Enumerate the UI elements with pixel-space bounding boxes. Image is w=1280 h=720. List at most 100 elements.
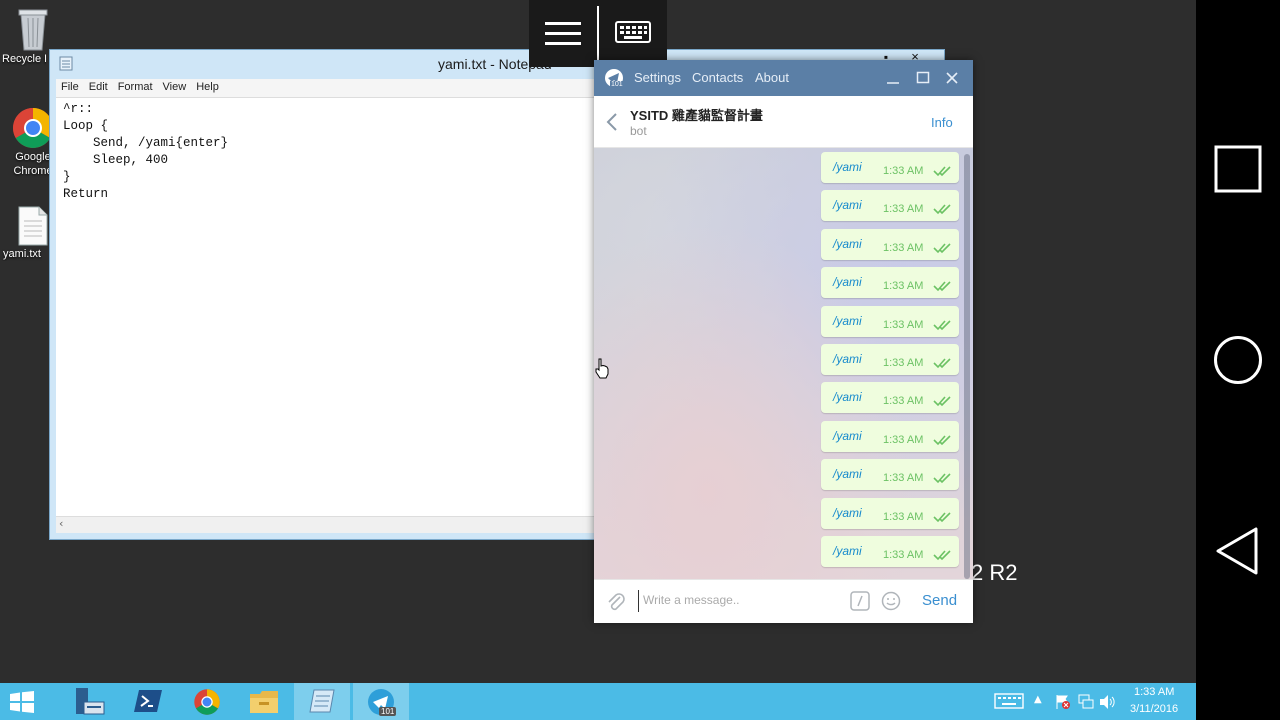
- touch-keyboard-icon[interactable]: [994, 693, 1024, 709]
- double-check-icon: [933, 473, 951, 484]
- recents-square-icon[interactable]: [1214, 145, 1262, 193]
- menu-file[interactable]: File: [56, 79, 84, 93]
- message-time: 1:33 AM: [883, 549, 924, 561]
- message-text: /yami: [833, 236, 862, 251]
- taskbar-file-explorer[interactable]: [236, 683, 292, 720]
- taskbar-powershell[interactable]: [120, 683, 176, 720]
- menu-view[interactable]: View: [158, 79, 192, 93]
- file-explorer-icon: [250, 691, 278, 713]
- message-bubble[interactable]: /yami 1:33 AM: [821, 459, 959, 491]
- maximize-icon[interactable]: [916, 71, 930, 85]
- text-file-icon: [18, 206, 48, 246]
- back-triangle-icon[interactable]: [1214, 526, 1260, 576]
- menu-settings[interactable]: Settings: [634, 70, 681, 85]
- keyboard-icon[interactable]: [615, 21, 651, 43]
- remote-toolbar: [529, 0, 667, 67]
- message-time: 1:33 AM: [883, 241, 924, 254]
- double-check-icon: [933, 204, 951, 215]
- message-input-placeholder: Write a message..: [643, 593, 740, 607]
- minimize-icon[interactable]: [886, 72, 900, 86]
- message-text: /yami: [833, 544, 862, 558]
- message-bubble[interactable]: /yami 1:33 AM: [821, 344, 959, 375]
- bot-command-icon[interactable]: [850, 591, 870, 611]
- message-text: /yami: [833, 428, 862, 443]
- menu-edit[interactable]: Edit: [84, 79, 113, 93]
- server-manager-icon: [76, 688, 105, 715]
- message-time: 1:33 AM: [883, 165, 924, 177]
- double-check-icon: [933, 243, 951, 253]
- taskbar-chrome[interactable]: [178, 683, 234, 720]
- double-check-icon: [933, 550, 951, 561]
- back-arrow-icon[interactable]: [606, 112, 618, 132]
- message-bubble[interactable]: /yami 1:33 AM: [821, 382, 959, 414]
- taskbar-telegram[interactable]: 101: [353, 683, 409, 720]
- chat-messages-area[interactable]: /yami 1:33 AM/yami 1:33 AM/yami 1:33 AM/yam…: [594, 148, 973, 579]
- attach-icon[interactable]: [606, 591, 626, 613]
- message-bubble[interactable]: /yami 1:33 AM: [821, 190, 959, 222]
- message-time: 1:33 AM: [883, 280, 924, 293]
- home-circle-icon[interactable]: [1213, 335, 1263, 385]
- hand-cursor-icon: [595, 358, 609, 379]
- message-text: /yami: [833, 505, 862, 520]
- clock-time[interactable]: 1:33 AM: [1134, 686, 1174, 698]
- double-check-icon: [933, 281, 951, 292]
- menu-help[interactable]: Help: [191, 79, 224, 93]
- message-text: /yami: [833, 352, 862, 366]
- chat-header: YSITD 雞產貓監督計畫 bot Info: [594, 96, 973, 148]
- message-text: /yami: [833, 467, 862, 482]
- message-input[interactable]: Write a message..: [638, 590, 839, 612]
- message-bubble[interactable]: /yami 1:33 AM: [821, 420, 959, 452]
- message-time: 1:33 AM: [883, 318, 924, 331]
- message-bubble[interactable]: /yami 1:33 AM: [821, 536, 959, 567]
- message-bubble[interactable]: /yami 1:33 AM: [821, 228, 959, 260]
- double-check-icon: [933, 396, 951, 407]
- message-bubble[interactable]: /yami 1:33 AM: [821, 305, 959, 337]
- message-time: 1:33 AM: [883, 472, 924, 485]
- taskbar-notepad[interactable]: [294, 683, 350, 720]
- message-bubble[interactable]: /yami 1:33 AM: [821, 152, 959, 183]
- desktop-icon-label: yami.txt: [3, 248, 41, 260]
- message-text: /yami: [833, 160, 862, 174]
- desktop-watermark: 2 R2: [971, 560, 1018, 585]
- menu-contacts[interactable]: Contacts: [692, 70, 743, 85]
- desktop-icon-label: Recycle Bin: [2, 53, 46, 65]
- telegram-title-bar[interactable]: 101 Settings Contacts About: [594, 60, 973, 96]
- message-bubble[interactable]: /yami 1:33 AM: [821, 267, 959, 299]
- taskbar-server-manager[interactable]: [62, 683, 118, 720]
- toolbar-divider: [597, 6, 599, 62]
- compose-bar: Write a message.. Send: [594, 579, 973, 623]
- message-time: 1:33 AM: [883, 433, 924, 446]
- message-time: 1:33 AM: [883, 203, 924, 216]
- send-button[interactable]: Send: [922, 592, 957, 609]
- double-check-icon: [933, 512, 951, 522]
- network-icon[interactable]: [1077, 694, 1095, 710]
- message-bubble[interactable]: /yami 1:33 AM: [821, 497, 959, 529]
- taskbar: 101 ▲ 1:33 AM 3/11/2016: [0, 683, 1196, 720]
- close-icon[interactable]: [945, 71, 959, 85]
- double-check-icon: [933, 435, 951, 445]
- message-text: /yami: [833, 198, 862, 213]
- hamburger-menu-icon[interactable]: [545, 22, 581, 46]
- volume-icon[interactable]: [1099, 694, 1117, 710]
- clock-date[interactable]: 3/11/2016: [1130, 703, 1178, 715]
- double-check-icon: [933, 358, 951, 369]
- start-button[interactable]: [0, 683, 44, 720]
- info-button[interactable]: Info: [931, 115, 953, 130]
- emoji-icon[interactable]: [881, 591, 901, 611]
- recycle-bin-icon: [18, 9, 48, 51]
- windows-logo-icon: [10, 691, 34, 713]
- chat-scrollbar[interactable]: [964, 154, 970, 579]
- message-time: 1:33 AM: [883, 510, 924, 523]
- menu-about[interactable]: About: [755, 70, 789, 85]
- message-text: /yami: [833, 390, 862, 405]
- action-center-flag-icon[interactable]: [1055, 694, 1071, 710]
- message-time: 1:33 AM: [883, 357, 924, 369]
- double-check-icon: [933, 166, 951, 177]
- show-hidden-icons-icon[interactable]: ▲: [1034, 694, 1042, 705]
- menu-format[interactable]: Format: [113, 79, 158, 93]
- chrome-icon: [194, 689, 220, 715]
- notepad-icon: [59, 56, 73, 71]
- telegram-window[interactable]: 101 Settings Contacts About YSITD 雞產貓監督計…: [594, 60, 973, 623]
- scroll-left-icon[interactable]: ‹: [59, 517, 63, 530]
- chat-name: YSITD 雞產貓監督計畫: [630, 108, 763, 123]
